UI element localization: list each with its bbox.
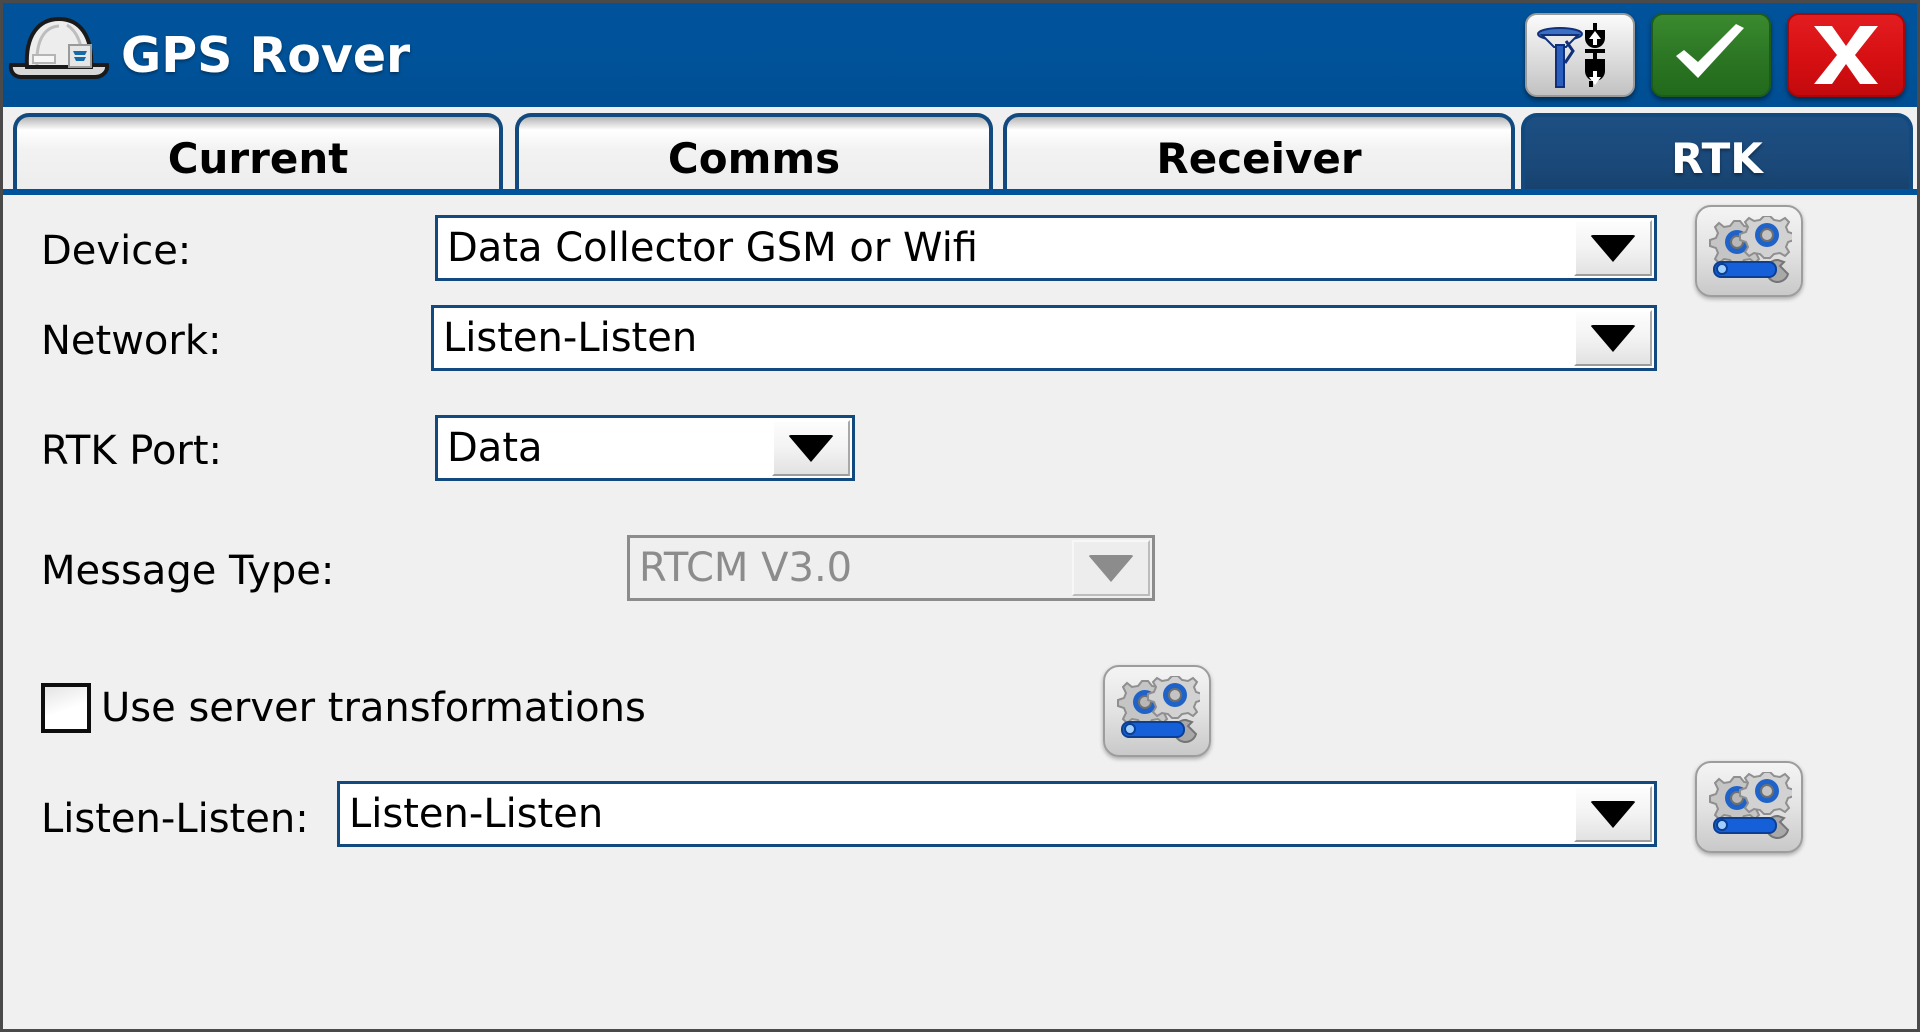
tab-comms-label: Comms [667, 133, 841, 183]
network-dropdown-button[interactable] [1574, 310, 1652, 366]
device-combobox[interactable]: Data Collector GSM or Wifi [435, 215, 1657, 281]
tab-current-label: Current [167, 133, 349, 183]
device-config-button[interactable] [1695, 205, 1803, 297]
tab-rtk[interactable]: RTK [1521, 113, 1913, 199]
tab-bar: Current Comms Receiver RTK [3, 107, 1917, 199]
title-bar: GPS Rover [3, 3, 1917, 107]
tab-receiver-label: Receiver [1156, 133, 1362, 183]
gps-rover-window: GPS Rover Current Comms Receiver RTK Dev… [0, 0, 1920, 1032]
listen-listen-dropdown-button[interactable] [1574, 786, 1652, 842]
network-label: Network: [41, 318, 222, 364]
server-transformations-config-button[interactable] [1103, 665, 1211, 757]
use-server-transformations-checkbox[interactable] [41, 683, 91, 733]
device-value: Data Collector GSM or Wifi [447, 225, 978, 271]
gears-wrench-icon [1117, 676, 1200, 743]
listen-listen-value: Listen-Listen [349, 791, 604, 837]
device-label: Device: [41, 228, 192, 274]
chevron-down-icon [1590, 234, 1636, 262]
listen-listen-combobox[interactable]: Listen-Listen [337, 781, 1657, 847]
message-type-combobox: RTCM V3.0 [627, 535, 1155, 601]
chevron-down-icon [1088, 554, 1134, 582]
gears-wrench-icon [1709, 216, 1792, 283]
app-title: GPS Rover [121, 26, 411, 84]
rtk-port-combobox[interactable]: Data [435, 415, 855, 481]
device-dropdown-button[interactable] [1574, 220, 1652, 276]
ok-button[interactable] [1651, 13, 1771, 97]
rtk-port-label: RTK Port: [41, 428, 223, 474]
chevron-down-icon [788, 434, 834, 462]
message-type-dropdown-button [1072, 540, 1150, 596]
x-icon [1814, 26, 1878, 84]
checkmark-icon [1676, 24, 1744, 78]
network-combobox[interactable]: Listen-Listen [431, 305, 1657, 371]
listen-listen-label: Listen-Listen: [41, 796, 309, 842]
use-server-transformations-row[interactable]: Use server transformations [41, 683, 646, 733]
message-type-value: RTCM V3.0 [639, 545, 853, 591]
antenna-height-button[interactable] [1525, 13, 1635, 97]
gears-wrench-icon [1709, 772, 1792, 839]
network-value: Listen-Listen [443, 315, 698, 361]
tab-current[interactable]: Current [13, 113, 503, 199]
rtk-port-dropdown-button[interactable] [772, 420, 850, 476]
tab-rtk-label: RTK [1671, 133, 1763, 183]
tab-comms[interactable]: Comms [515, 113, 993, 199]
message-type-label: Message Type: [41, 548, 335, 594]
chevron-down-icon [1590, 800, 1636, 828]
use-server-transformations-label: Use server transformations [101, 685, 646, 731]
listen-listen-config-button[interactable] [1695, 761, 1803, 853]
tab-receiver[interactable]: Receiver [1003, 113, 1515, 199]
gps-antenna-height-icon [1537, 23, 1605, 88]
cancel-button[interactable] [1787, 13, 1905, 97]
chevron-down-icon [1590, 324, 1636, 352]
rtk-port-value: Data [447, 425, 543, 471]
rtk-settings-panel: Device: Data Collector GSM or Wifi Netwo… [3, 195, 1917, 1029]
hard-hat-icon [8, 16, 110, 79]
